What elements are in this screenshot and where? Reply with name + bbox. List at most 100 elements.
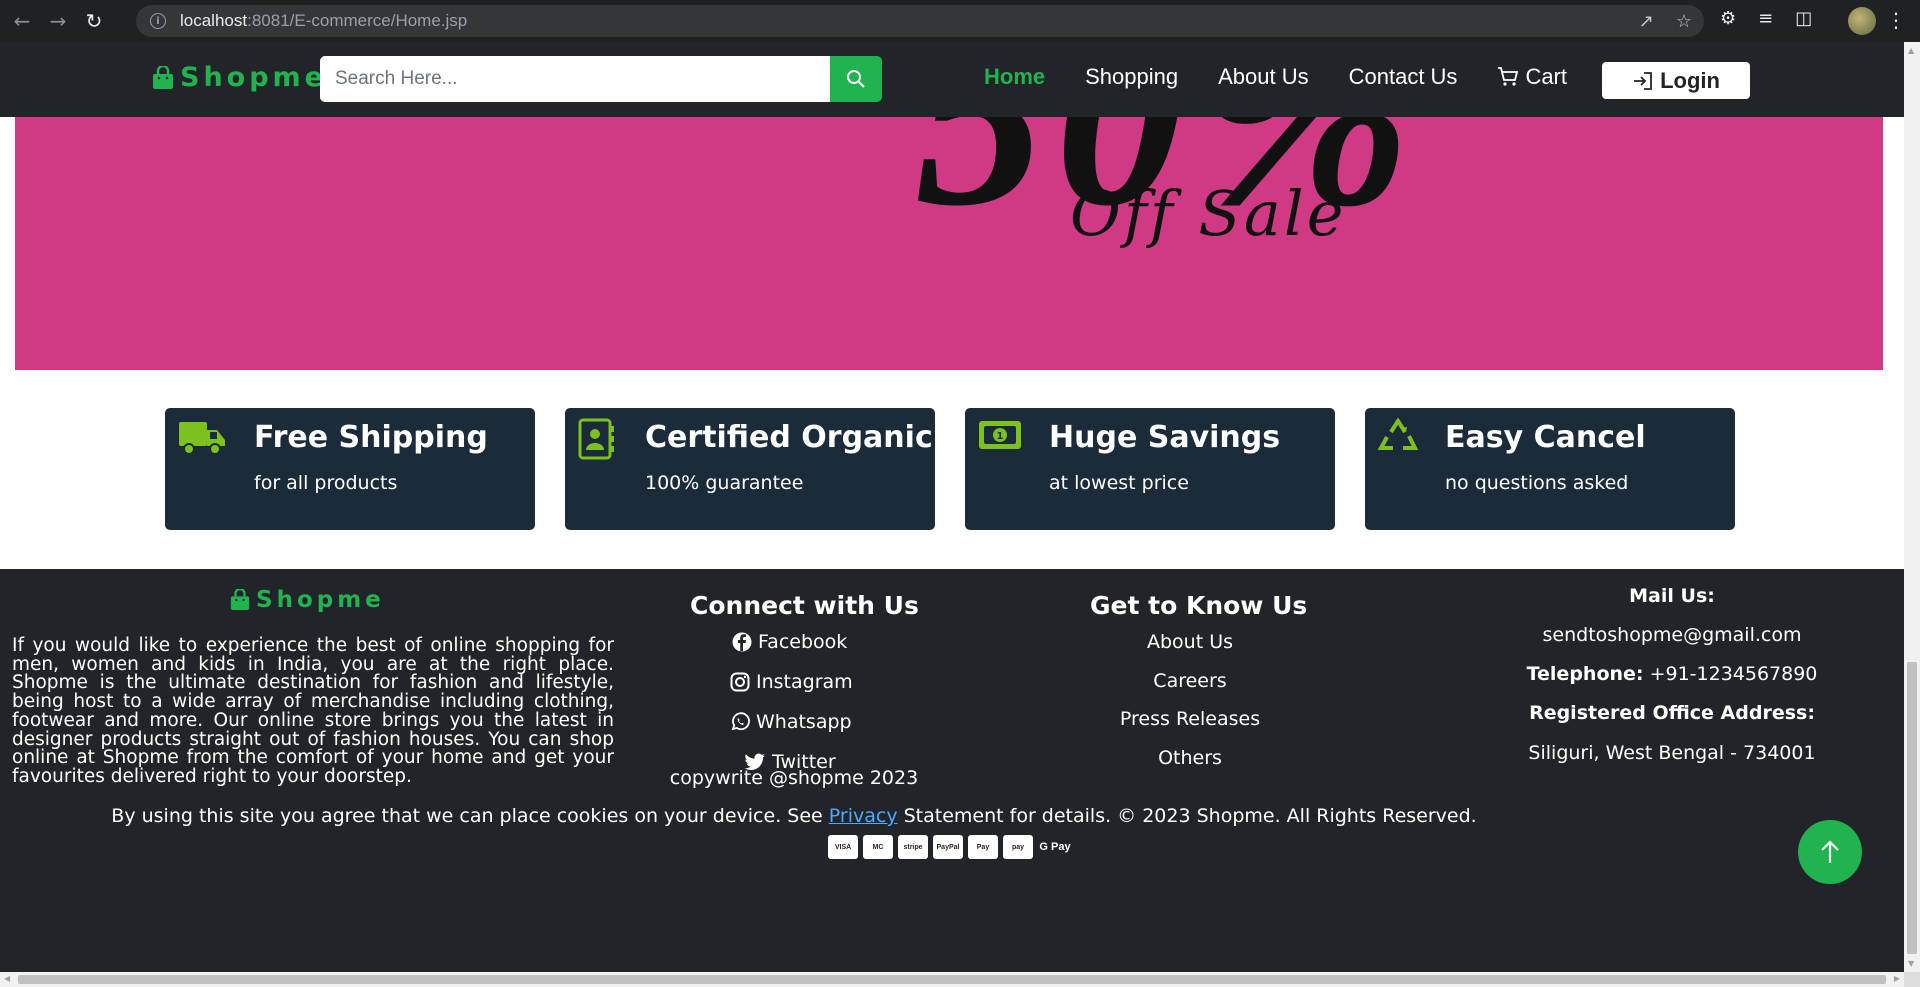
- contact-card-icon: [578, 418, 614, 460]
- url-path: :8081/E-commerce/Home.jsp: [247, 11, 468, 30]
- vertical-scrollbar[interactable]: ▲ ▼: [1904, 42, 1920, 972]
- extensions-icon[interactable]: ⚙: [1720, 8, 1736, 29]
- nav-links: Home Shopping About Us Contact Us Cart: [984, 64, 1607, 90]
- feature-card-cancel: Easy Cancel no questions asked: [1365, 408, 1735, 530]
- stripe-icon: stripe: [898, 835, 928, 859]
- scroll-down-arrow-icon[interactable]: ▼: [1908, 959, 1914, 968]
- footer-know-us: Get to Know Us About Us Careers Press Re…: [1090, 591, 1308, 769]
- feature-subtitle: 100% guarantee: [645, 472, 804, 494]
- search-icon: [847, 70, 865, 88]
- footer-link-others[interactable]: Others: [1090, 747, 1290, 769]
- side-panel-icon[interactable]: ◫: [1795, 8, 1812, 29]
- nav-cart[interactable]: Cart: [1497, 64, 1567, 90]
- mail-label: Mail Us:: [1629, 585, 1715, 607]
- nav-cart-label: Cart: [1525, 64, 1567, 89]
- bookmark-star-icon[interactable]: ☆: [1676, 11, 1692, 32]
- mail-value[interactable]: sendtoshopme@gmail.com: [1522, 624, 1822, 646]
- telephone-value: +91-1234567890: [1649, 663, 1818, 685]
- copyright-text: copywrite @shopme 2023: [669, 767, 919, 789]
- page-viewport: Shopme Home Shopping About Us Contact Us: [0, 42, 1904, 972]
- feature-subtitle: for all products: [254, 472, 398, 494]
- apple-pay-icon: Pay: [968, 835, 998, 859]
- footer-link-whatsapp[interactable]: Whatsapp: [730, 711, 852, 733]
- visa-icon: VISA: [828, 835, 858, 859]
- facebook-icon: [732, 632, 752, 652]
- url-host: localhost: [180, 11, 248, 30]
- forward-icon[interactable]: →: [44, 7, 72, 35]
- nav-home[interactable]: Home: [984, 64, 1045, 90]
- feature-title: Huge Savings: [1049, 420, 1281, 455]
- footer-brand-name: Shopme: [256, 587, 385, 613]
- nav-about-us[interactable]: About Us: [1218, 64, 1309, 90]
- brand-logo[interactable]: Shopme: [152, 62, 327, 93]
- site-info-icon[interactable]: i: [150, 13, 166, 29]
- banner-sub-text: Off Sale: [1070, 177, 1347, 250]
- browser-toolbar: ← → ↻ i localhost:8081/E-commerce/Home.j…: [0, 0, 1920, 42]
- scroll-to-top-button[interactable]: [1798, 820, 1862, 884]
- google-pay-icon: G Pay: [1039, 841, 1071, 853]
- reading-list-icon[interactable]: ≡: [1758, 8, 1773, 29]
- feature-title: Certified Organic: [645, 420, 933, 455]
- amazon-pay-icon: pay: [1003, 835, 1033, 859]
- feature-card-savings: 1 Huge Savings at lowest price: [965, 408, 1335, 530]
- scroll-up-arrow-icon[interactable]: ▲: [1908, 46, 1914, 55]
- menu-kebab-icon[interactable]: ⋮: [1886, 8, 1906, 32]
- telephone: Telephone: +91-1234567890: [1522, 663, 1822, 685]
- payment-methods: VISA MC stripe PayPal Pay pay G Pay: [828, 835, 1072, 859]
- cookie-text-before: By using this site you agree that we can…: [111, 805, 823, 827]
- address-bar[interactable]: i localhost:8081/E-commerce/Home.jsp ↗ ☆: [136, 5, 1704, 37]
- footer-link-label: Instagram: [756, 671, 853, 693]
- feature-subtitle: at lowest price: [1049, 472, 1189, 494]
- footer-link-facebook[interactable]: Facebook: [732, 631, 847, 653]
- instagram-icon: [730, 672, 750, 692]
- scroll-right-arrow-icon[interactable]: ▶: [1894, 974, 1900, 983]
- footer-link-label: Facebook: [758, 631, 848, 653]
- brand-name: Shopme: [180, 62, 327, 93]
- office-label: Registered Office Address:: [1529, 702, 1815, 724]
- url-text[interactable]: localhost:8081/E-commerce/Home.jsp: [180, 11, 467, 31]
- sale-banner[interactable]: 50% Off Sale: [15, 117, 1883, 370]
- footer-link-press[interactable]: Press Releases: [1090, 708, 1290, 730]
- nav-shopping[interactable]: Shopping: [1085, 64, 1178, 90]
- reload-icon[interactable]: ↻: [80, 7, 108, 35]
- recycle-icon: [1377, 418, 1419, 450]
- login-icon: [1634, 71, 1652, 90]
- footer-link-label: Whatsapp: [756, 711, 852, 733]
- horizontal-scroll-thumb[interactable]: [18, 975, 1886, 984]
- cookie-text-after: Statement for details. © 2023 Shopme. Al…: [903, 805, 1477, 827]
- horizontal-scrollbar[interactable]: ◀ ▶: [0, 972, 1904, 987]
- footer-link-about[interactable]: About Us: [1090, 631, 1290, 653]
- search-input[interactable]: [320, 56, 830, 102]
- scroll-left-arrow-icon[interactable]: ◀: [4, 974, 10, 983]
- cookie-notice: By using this site you agree that we can…: [0, 805, 1588, 827]
- feature-card-shipping: Free Shipping for all products: [165, 408, 535, 530]
- feature-subtitle: no questions asked: [1445, 472, 1629, 494]
- search-form: [320, 56, 882, 102]
- footer-link-careers[interactable]: Careers: [1090, 670, 1290, 692]
- footer-connect: Connect with Us Facebook Instagram Whats…: [690, 591, 919, 773]
- feature-title: Easy Cancel: [1445, 420, 1646, 455]
- vertical-scroll-thumb[interactable]: [1907, 662, 1917, 954]
- shopping-bag-icon: [230, 589, 250, 610]
- footer-link-instagram[interactable]: Instagram: [730, 671, 853, 693]
- footer-know-title: Get to Know Us: [1090, 591, 1308, 620]
- search-button[interactable]: [830, 56, 882, 102]
- whatsapp-icon: [731, 712, 750, 731]
- share-icon[interactable]: ↗: [1639, 11, 1654, 32]
- feature-card-organic: Certified Organic 100% guarantee: [565, 408, 935, 530]
- svg-text:1: 1: [997, 431, 1004, 442]
- login-button[interactable]: Login: [1602, 62, 1750, 99]
- login-label: Login: [1660, 67, 1720, 93]
- site-footer: Shopme If you would like to experience t…: [0, 569, 1904, 972]
- footer-about-text: If you would like to experience the best…: [12, 635, 614, 787]
- back-icon[interactable]: ←: [8, 7, 36, 35]
- money-bill-icon: 1: [979, 421, 1021, 449]
- nav-contact-us[interactable]: Contact Us: [1349, 64, 1458, 90]
- site-navbar: Shopme Home Shopping About Us Contact Us: [0, 42, 1904, 117]
- cart-icon: [1498, 67, 1519, 86]
- profile-avatar[interactable]: [1848, 7, 1876, 35]
- telephone-label: Telephone:: [1526, 663, 1644, 685]
- scrollbar-corner: [1904, 972, 1920, 987]
- footer-brand[interactable]: Shopme: [230, 587, 385, 613]
- privacy-link[interactable]: Privacy: [829, 805, 898, 827]
